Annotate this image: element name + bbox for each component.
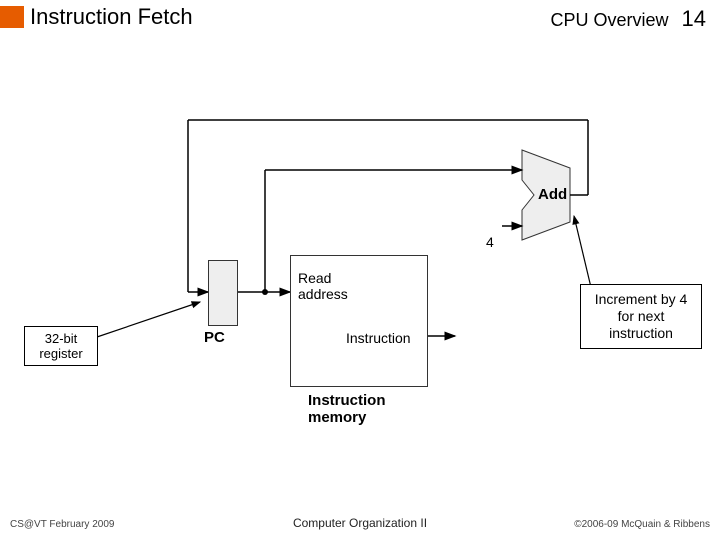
fetch-diagram: PC Read address Instruction Instruction … (150, 100, 590, 440)
constant-four-label: 4 (486, 234, 494, 250)
pc-label: PC (204, 329, 225, 346)
register-note: 32-bit register (24, 326, 98, 366)
read-address-label: Read address (298, 270, 348, 302)
pc-register-box (208, 260, 238, 326)
increment-note: Increment by 4 for next instruction (580, 284, 702, 349)
instruction-memory-label: Instruction memory (308, 392, 386, 426)
slide-title: Instruction Fetch (30, 4, 193, 30)
footer-right: ©2006-09 McQuain & Ribbens (574, 519, 710, 530)
section-label: CPU Overview (550, 10, 668, 30)
adder-label: Add (538, 186, 567, 203)
instruction-output-label: Instruction (346, 330, 411, 346)
page-number: 14 (682, 6, 706, 31)
header-right: CPU Overview 14 (550, 6, 706, 32)
slide-accent-block (0, 6, 24, 28)
